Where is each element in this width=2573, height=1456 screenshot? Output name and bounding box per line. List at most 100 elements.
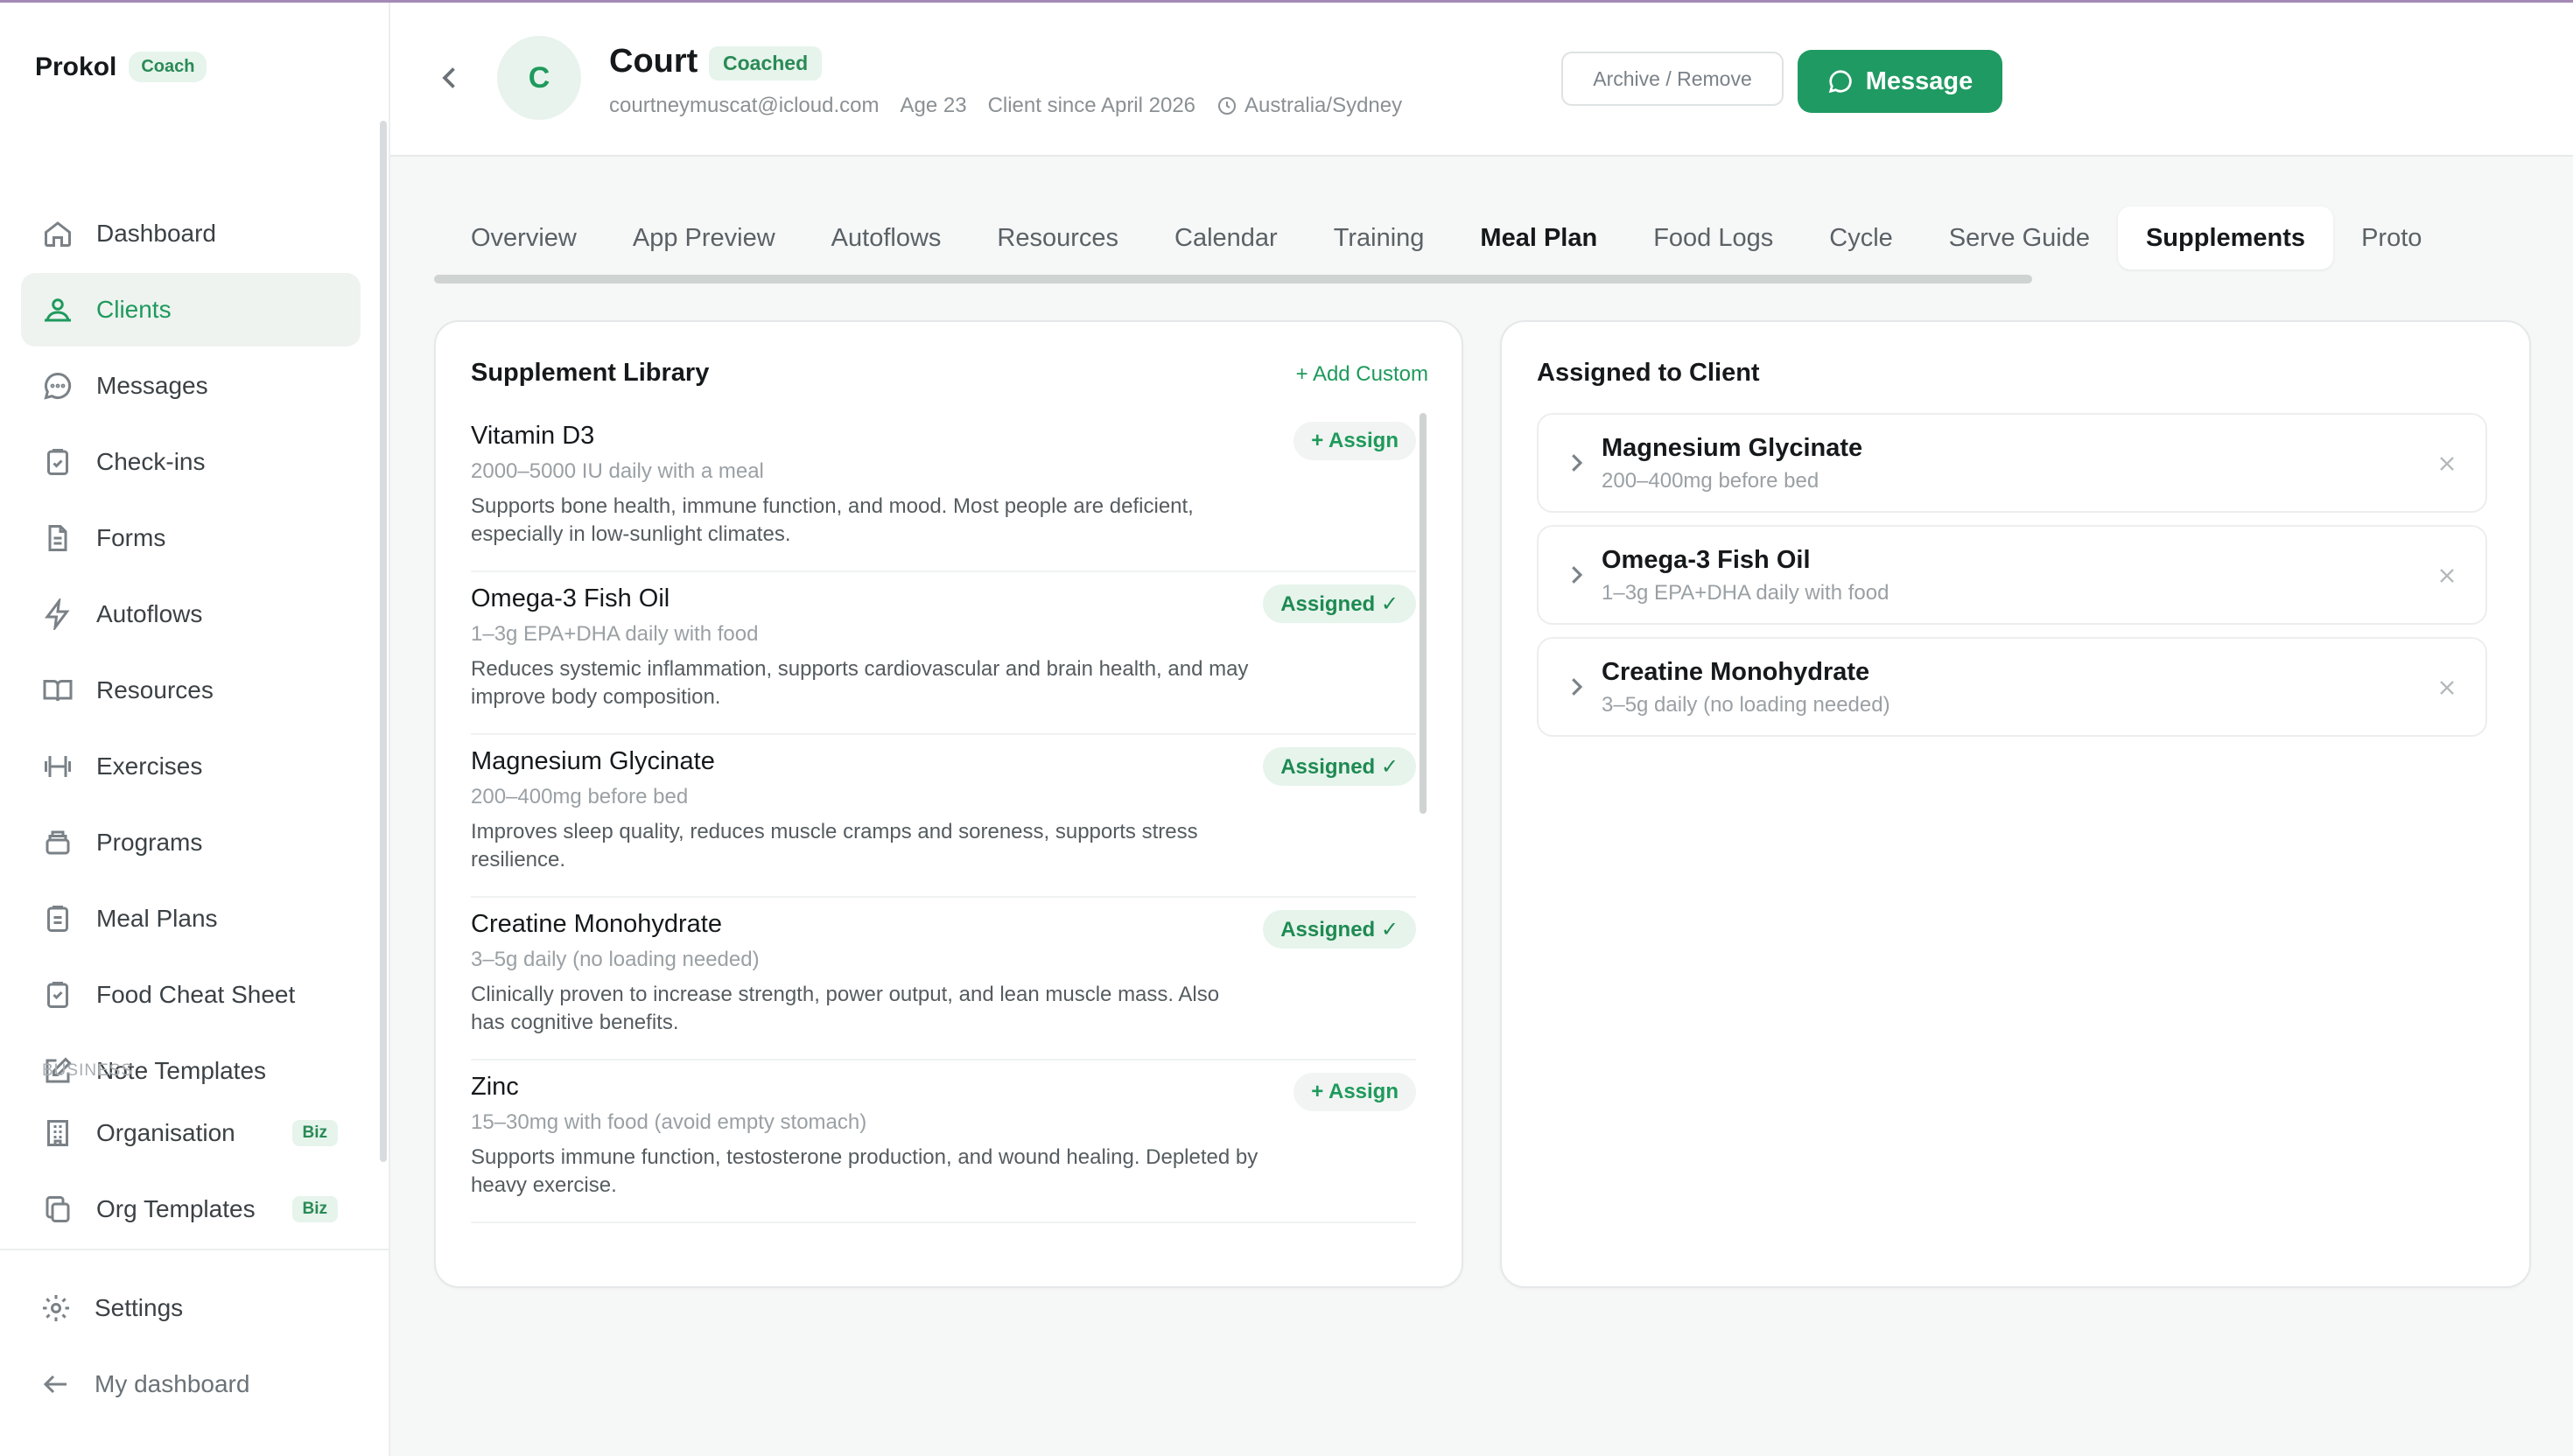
client-timezone: Australia/Sydney <box>1216 94 1402 118</box>
sidebar-item-check-ins[interactable]: Check-ins <box>21 425 361 499</box>
assigned-supplement-dose: 1–3g EPA+DHA daily with food <box>1602 581 1889 605</box>
tabs-scrollbar[interactable] <box>434 275 2032 284</box>
client-tabs: Overview App Preview Autoflows Resources… <box>434 205 2573 285</box>
sidebar-bottom-nav: Settings My dashboard <box>21 1271 361 1424</box>
supplement-description: Supports immune function, testosterone p… <box>471 1145 1258 1197</box>
remove-button[interactable] <box>2435 452 2459 476</box>
sidebar-item-label: Check-ins <box>96 448 206 475</box>
sidebar-item-resources[interactable]: Resources <box>21 654 361 727</box>
list-item[interactable]: Creatine Monohydrate 3–5g daily (no load… <box>1537 637 2487 737</box>
tab-supplements[interactable]: Supplements <box>2117 206 2334 270</box>
tab-serve-guide[interactable]: Serve Guide <box>1921 206 2118 270</box>
biz-badge: Biz <box>291 1120 338 1146</box>
sidebar-item-food-cheat-sheet[interactable]: Food Cheat Sheet <box>21 958 361 1032</box>
brand: Prokol Coach <box>35 52 207 82</box>
sidebar-item-label: My dashboard <box>95 1370 250 1397</box>
tab-autoflows[interactable]: Autoflows <box>803 206 970 270</box>
sidebar-item-messages[interactable]: Messages <box>21 349 361 423</box>
sidebar-item-settings[interactable]: Settings <box>21 1271 361 1345</box>
archive-remove-button[interactable]: Archive / Remove <box>1561 52 1784 106</box>
copy-icon <box>46 1196 70 1222</box>
sidebar-item-dashboard[interactable]: Dashboard <box>21 197 361 270</box>
assign-button[interactable]: + Assign <box>1294 1073 1416 1111</box>
sidebar-item-label: Organisation <box>96 1119 235 1146</box>
tab-meal-plan[interactable]: Meal Plan <box>1452 206 1625 270</box>
expand-button[interactable] <box>1563 674 1589 700</box>
remove-button[interactable] <box>2435 564 2459 588</box>
brand-name: Prokol <box>35 52 117 81</box>
client-age: Age 23 <box>900 94 967 117</box>
supplement-dose: 15–30mg with food (avoid empty stomach) <box>471 1110 867 1134</box>
sidebar-item-label: Dashboard <box>96 220 216 247</box>
assigned-supplement-dose: 3–5g daily (no loading needed) <box>1602 693 1890 717</box>
library-title: Supplement Library <box>471 359 710 387</box>
sidebar-item-clients[interactable]: Clients <box>21 273 361 346</box>
assigned-badge[interactable]: Assigned ✓ <box>1263 747 1416 786</box>
tab-protocols[interactable]: Proto <box>2333 206 2450 270</box>
lightning-icon <box>45 598 70 630</box>
gear-icon <box>43 1295 69 1321</box>
chat-icon <box>44 372 72 400</box>
tab-app-preview[interactable]: App Preview <box>605 206 803 270</box>
sidebar-item-programs[interactable]: Programs <box>21 806 361 879</box>
book-icon <box>43 680 73 702</box>
supplement-description: Clinically proven to increase strength, … <box>471 983 1220 1034</box>
assigned-supplement-dose: 200–400mg before bed <box>1602 469 1819 493</box>
tab-resources[interactable]: Resources <box>969 206 1146 270</box>
list-item: Creatine Monohydrate 3–5g daily (no load… <box>471 898 1416 1060</box>
sidebar-item-label: Org Templates <box>96 1195 256 1222</box>
client-name: Court <box>609 43 698 80</box>
list-item: Omega-3 Fish Oil 1–3g EPA+DHA daily with… <box>471 572 1416 735</box>
assigned-to-client-card: Assigned to Client Magnesium Glycinate 2… <box>1500 320 2531 1288</box>
sidebar-item-label: Messages <box>96 372 208 399</box>
list-item[interactable]: Omega-3 Fish Oil 1–3g EPA+DHA daily with… <box>1537 525 2487 625</box>
assign-button[interactable]: + Assign <box>1294 422 1416 460</box>
sidebar-item-autoflows[interactable]: Autoflows <box>21 578 361 651</box>
assigned-badge[interactable]: Assigned ✓ <box>1263 910 1416 948</box>
remove-button[interactable] <box>2435 676 2459 700</box>
tab-calendar[interactable]: Calendar <box>1146 206 1306 270</box>
assigned-title: Assigned to Client <box>1537 359 1760 387</box>
list-item[interactable]: Magnesium Glycinate 200–400mg before bed <box>1537 413 2487 513</box>
assigned-list: Magnesium Glycinate 200–400mg before bed… <box>1537 413 2487 749</box>
supplement-library-list: Vitamin D3 2000–5000 IU daily with a mea… <box>471 410 1416 1250</box>
chevron-right-icon <box>1572 678 1583 696</box>
tab-training[interactable]: Training <box>1306 206 1453 270</box>
supplement-name: Zinc <box>471 1073 519 1101</box>
expand-button[interactable] <box>1563 450 1589 476</box>
clipboard-check-icon <box>47 449 68 475</box>
chevron-right-icon <box>1572 454 1583 472</box>
message-button[interactable]: Message <box>1798 50 2002 113</box>
tab-food-logs[interactable]: Food Logs <box>1625 206 1801 270</box>
list-item: Magnesium Glycinate 200–400mg before bed… <box>471 735 1416 898</box>
coach-badge: Coach <box>129 52 207 82</box>
client-since: Client since April 2026 <box>987 94 1196 117</box>
sidebar-item-exercises[interactable]: Exercises <box>21 730 361 803</box>
sidebar-item-label: Exercises <box>96 752 203 780</box>
sidebar-item-label: Autoflows <box>96 600 203 627</box>
sidebar-item-org-templates[interactable]: Org Templates Biz <box>21 1172 361 1246</box>
client-meta: courtneymuscat@icloud.com Age 23 Client … <box>609 94 1402 118</box>
sidebar-item-meal-plans[interactable]: Meal Plans <box>21 882 361 956</box>
assigned-badge[interactable]: Assigned ✓ <box>1263 584 1416 623</box>
close-icon <box>2440 569 2454 583</box>
sidebar-scrollbar[interactable] <box>380 121 387 1162</box>
tab-cycle[interactable]: Cycle <box>1801 206 1921 270</box>
sidebar-item-forms[interactable]: Forms <box>21 501 361 575</box>
building-icon <box>47 1120 68 1146</box>
add-custom-button[interactable]: + Add Custom <box>1296 362 1428 387</box>
arrow-left-icon <box>43 1375 67 1394</box>
sidebar-item-my-dashboard[interactable]: My dashboard <box>21 1348 361 1421</box>
assigned-supplement-name: Omega-3 Fish Oil <box>1602 546 1811 574</box>
sidebar-item-label: Settings <box>95 1294 184 1321</box>
tab-overview[interactable]: Overview <box>443 206 605 270</box>
supplement-dose: 2000–5000 IU daily with a meal <box>471 459 764 483</box>
clock-icon <box>1218 97 1237 115</box>
biz-badge: Biz <box>291 1196 338 1222</box>
sidebar-item-organisation[interactable]: Organisation Biz <box>21 1096 361 1170</box>
library-scrollbar[interactable] <box>1420 413 1427 814</box>
supplement-description: Reduces systemic inflammation, supports … <box>471 657 1249 709</box>
supplement-dose: 3–5g daily (no loading needed) <box>471 948 760 971</box>
expand-button[interactable] <box>1563 562 1589 588</box>
back-button[interactable] <box>434 62 466 94</box>
